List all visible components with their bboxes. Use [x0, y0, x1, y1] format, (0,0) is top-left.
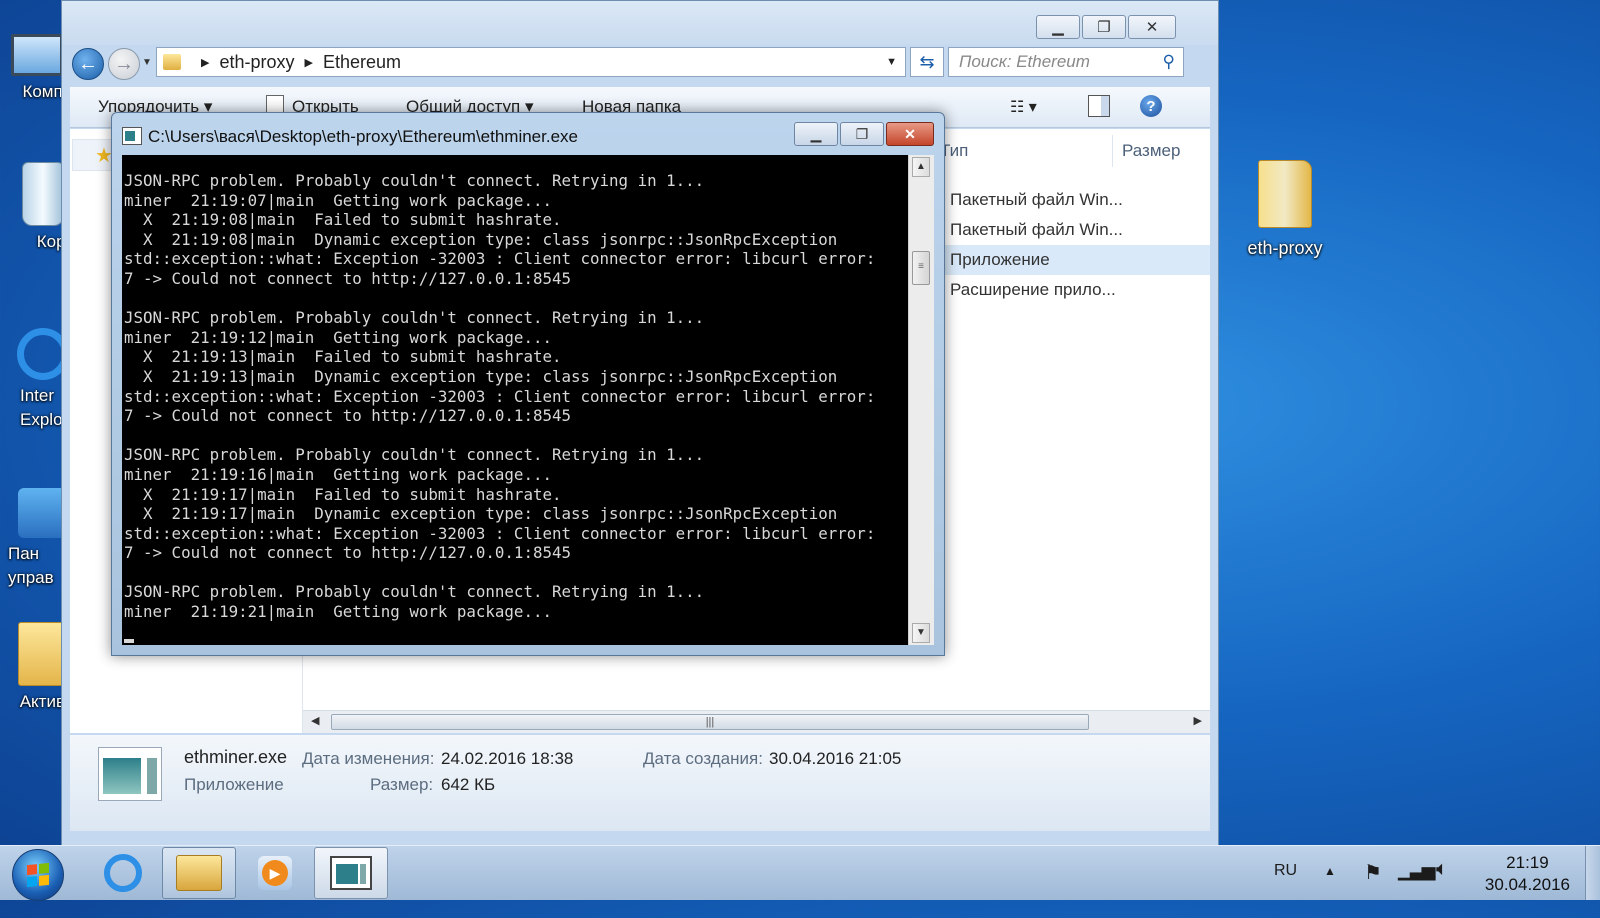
close-icon: ✕	[1145, 19, 1159, 36]
help-icon[interactable]: ?	[1140, 95, 1162, 117]
preview-pane-icon[interactable]	[1088, 95, 1110, 117]
maximize-button[interactable]: ❐	[840, 122, 884, 146]
scroll-right-icon[interactable]: ▶	[1194, 714, 1202, 727]
breadcrumb-item[interactable]: eth-proxy	[219, 52, 294, 73]
volume-icon[interactable]: 🔈︎	[1436, 858, 1448, 912]
minimize-icon: ▁	[1052, 19, 1064, 36]
file-kind: Приложение	[184, 775, 284, 794]
navigation-bar: ← → ▼ ▶ eth-proxy ▶ Ethereum ▼ ⇆ Поиск: …	[72, 47, 1208, 81]
address-bar[interactable]: ▶ eth-proxy ▶ Ethereum ▼	[156, 47, 906, 77]
restore-icon: ❐	[855, 125, 869, 142]
console-app-icon	[330, 856, 372, 890]
vertical-scrollbar[interactable]: ▲ ≡ ▼	[908, 155, 934, 645]
forward-button[interactable]: →	[108, 48, 140, 80]
scrollbar-thumb[interactable]: |||	[331, 714, 1089, 730]
computer-icon	[11, 34, 63, 76]
chevron-down-icon[interactable]: ▼	[886, 56, 897, 68]
scrollbar-thumb[interactable]: ≡	[912, 251, 930, 285]
modified-label: Дата изменения:	[302, 749, 435, 768]
column-divider[interactable]	[1112, 135, 1113, 167]
console-output: JSON-RPC problem. Probably couldn't conn…	[124, 171, 876, 622]
console-window-controls: ▁ ❐ ✕	[794, 122, 934, 146]
clock-date: 30.04.2016	[1484, 875, 1570, 894]
details-pane: ethminer.exe Приложение Дата изменения: …	[70, 735, 1210, 831]
chevron-right-icon[interactable]: ▶	[305, 56, 313, 69]
close-icon: ✕	[904, 125, 916, 142]
minimize-button[interactable]: ▁	[1036, 15, 1080, 39]
folder-icon	[1258, 160, 1312, 228]
internet-explorer-icon	[104, 854, 142, 892]
show-desktop-button[interactable]	[1585, 846, 1600, 900]
maximize-button[interactable]: ❐	[1082, 15, 1126, 39]
media-player-icon: ▶	[258, 856, 292, 890]
start-button[interactable]	[12, 849, 64, 901]
view-options-button[interactable]: ☷ ▾	[1010, 97, 1037, 117]
file-type: Пакетный файл Win...	[950, 220, 1123, 239]
taskbar-ethminer-console[interactable]	[314, 847, 388, 899]
desktop-icon-label: Пан управ	[8, 544, 54, 587]
recent-pages-dropdown[interactable]: ▼	[142, 57, 152, 68]
scroll-down-icon[interactable]: ▼	[912, 623, 930, 643]
desktop-icon-label: Inter Explo	[20, 386, 63, 429]
folder-icon	[163, 54, 181, 70]
clock[interactable]: 21:19 30.04.2016	[1485, 852, 1570, 896]
refresh-icon: ⇆	[919, 51, 935, 72]
arrow-left-icon: ←	[78, 52, 98, 75]
desktop-icon-label: eth-proxy	[1247, 238, 1323, 258]
taskbar-windows-explorer[interactable]	[162, 847, 236, 899]
modified-value: 24.02.2016 18:38	[441, 749, 574, 768]
chevron-right-icon[interactable]: ▶	[201, 56, 209, 69]
application-icon	[98, 747, 162, 801]
console-app-icon[interactable]	[122, 127, 142, 145]
refresh-button[interactable]: ⇆	[910, 47, 944, 77]
file-type: Расширение прило...	[950, 280, 1116, 299]
column-header-size[interactable]: Размер	[1122, 129, 1180, 173]
network-signal-icon[interactable]: ▁▃▅	[1398, 860, 1436, 914]
folder-icon	[176, 855, 222, 891]
console-title: C:\Users\вася\Desktop\eth-proxy\Ethereum…	[148, 127, 578, 146]
size-value: 642 КБ	[441, 775, 496, 794]
desktop-icon-eth-proxy[interactable]: eth-proxy	[1230, 160, 1340, 259]
restore-icon: ❐	[1097, 19, 1111, 36]
file-type: Пакетный файл Win...	[950, 190, 1123, 209]
windows-logo-icon	[27, 862, 49, 888]
console-window: C:\Users\вася\Desktop\eth-proxy\Ethereum…	[111, 112, 945, 656]
search-placeholder: Поиск: Ethereum	[959, 52, 1090, 71]
taskbar-media-player[interactable]: ▶	[238, 847, 312, 899]
action-center-flag-icon[interactable]: ⚑	[1364, 860, 1382, 914]
taskbar: ▶ RU ▲ ⚑ ▁▃▅ 🔈︎ 21:19 30.04.2016	[0, 845, 1600, 901]
horizontal-scrollbar[interactable]: ◀ ||| ▶	[303, 710, 1210, 733]
scroll-left-icon[interactable]: ◀	[311, 714, 319, 727]
taskbar-internet-explorer[interactable]	[86, 847, 160, 899]
close-button[interactable]: ✕	[1128, 15, 1176, 39]
file-name: ethminer.exe	[184, 747, 288, 767]
back-button[interactable]: ←	[72, 48, 104, 80]
search-input[interactable]: Поиск: Ethereum ⚲	[948, 47, 1184, 77]
created-label: Дата создания:	[643, 749, 763, 768]
view-list-icon: ☷	[1010, 99, 1025, 116]
scroll-up-icon[interactable]: ▲	[912, 157, 930, 177]
console-output-area[interactable]: JSON-RPC problem. Probably couldn't conn…	[122, 155, 908, 645]
minimize-icon: ▁	[810, 125, 822, 142]
created-value: 30.04.2016 21:05	[769, 749, 902, 768]
close-button[interactable]: ✕	[886, 122, 934, 146]
explorer-window-controls: ▁ ❐ ✕	[1036, 15, 1176, 39]
recycle-bin-icon	[22, 162, 64, 226]
text-cursor	[124, 639, 134, 643]
file-type: Приложение	[950, 250, 1050, 269]
search-icon[interactable]: ⚲	[1163, 52, 1175, 72]
favorites-item[interactable]: ★	[72, 139, 114, 171]
language-indicator[interactable]: RU	[1274, 862, 1297, 916]
minimize-button[interactable]: ▁	[794, 122, 838, 146]
clock-time: 21:19	[1506, 853, 1549, 872]
breadcrumb-item[interactable]: Ethereum	[323, 52, 401, 73]
arrow-right-icon: →	[114, 52, 134, 75]
show-hidden-icons-icon[interactable]: ▲	[1324, 864, 1336, 918]
size-label: Размер:	[370, 775, 434, 794]
